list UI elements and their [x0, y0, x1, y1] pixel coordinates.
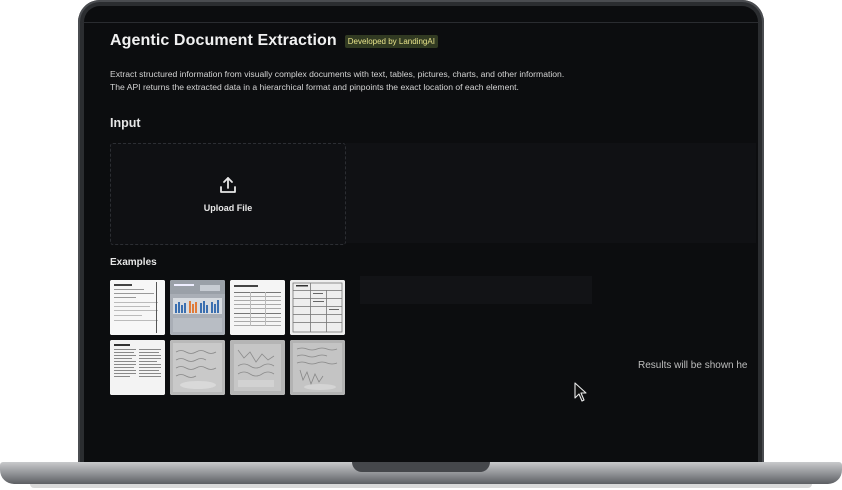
mouse-pointer-icon [574, 382, 587, 402]
results-placeholder: Results will be shown he [638, 360, 748, 371]
laptop-mockup: Agentic Document Extraction Developed by… [0, 0, 842, 490]
page-description: Extract structured information from visu… [110, 68, 750, 93]
example-thumbnail-text-page[interactable] [110, 340, 165, 395]
example-thumbnail-form[interactable] [110, 280, 165, 335]
title-row: Agentic Document Extraction Developed by… [110, 32, 438, 50]
example-thumbnail-dense-form[interactable] [290, 280, 345, 335]
output-panel-ghost-2 [360, 276, 592, 304]
examples-grid [110, 280, 345, 395]
example-thumbnail-handwritten-1[interactable] [170, 340, 225, 395]
laptop-notch [352, 462, 490, 472]
upload-icon [220, 177, 236, 193]
description-line-2: The API returns the extracted data in a … [110, 81, 519, 92]
laptop-shadow [30, 484, 812, 488]
developer-badge: Developed by LandingAI [344, 34, 438, 48]
upload-file-label: Upload File [203, 203, 253, 213]
example-thumbnail-handwritten-2[interactable] [230, 340, 285, 395]
output-panel-ghost [346, 143, 756, 243]
example-thumbnail-handwritten-3[interactable] [290, 340, 345, 395]
example-thumbnail-bar-chart[interactable] [170, 280, 225, 335]
input-heading: Input [110, 116, 141, 130]
description-line-1: Extract structured information from visu… [110, 69, 565, 79]
page-title: Agentic Document Extraction [110, 32, 337, 49]
laptop-screen: Agentic Document Extraction Developed by… [84, 6, 758, 468]
example-thumbnail-table[interactable] [230, 280, 285, 335]
examples-heading: Examples [110, 257, 157, 268]
header-divider [84, 22, 758, 23]
upload-file-dropzone[interactable]: Upload File [110, 143, 346, 245]
